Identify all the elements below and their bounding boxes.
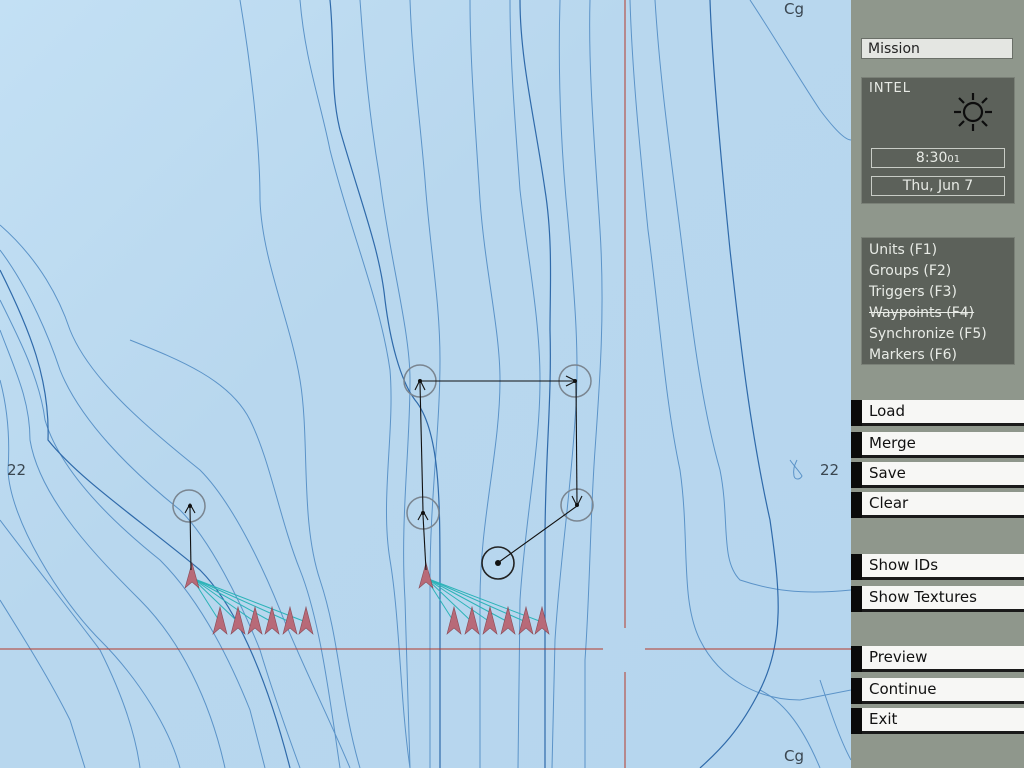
load-button[interactable]: Load — [851, 400, 1024, 426]
show-textures-button[interactable]: Show Textures — [851, 586, 1024, 612]
map-canvas[interactable] — [0, 0, 851, 768]
grid-lines — [0, 0, 851, 768]
mode-synchronize[interactable]: Synchronize (F5) — [862, 324, 1014, 345]
contour-lines-major — [0, 0, 779, 768]
mode-units[interactable]: Units (F1) — [862, 240, 1014, 261]
unit[interactable] — [247, 605, 263, 635]
clear-button[interactable]: Clear — [851, 492, 1024, 518]
map-label-cg-top: Cg — [784, 0, 804, 18]
show-ids-button[interactable]: Show IDs — [851, 554, 1024, 580]
mode-waypoints[interactable]: Waypoints (F4) — [862, 303, 1014, 324]
unit[interactable] — [282, 605, 298, 635]
continue-button[interactable]: Continue — [851, 678, 1024, 704]
grid-label-left: 22 — [7, 461, 27, 479]
time-field[interactable]: 8:3001 — [871, 148, 1005, 168]
mode-groups[interactable]: Groups (F2) — [862, 261, 1014, 282]
unit[interactable] — [518, 605, 534, 635]
mission-selector[interactable]: Mission — [861, 38, 1013, 59]
mode-markers[interactable]: Markers (F6) — [862, 345, 1014, 366]
sun-icon — [954, 93, 992, 131]
intel-box[interactable]: INTEL 8:3001 Thu, Jun 7 — [861, 77, 1015, 204]
waypoint-route — [184, 375, 583, 571]
map-view[interactable]: Cg Cg 22 22 — [0, 0, 851, 768]
unit[interactable] — [212, 605, 228, 635]
exit-button[interactable]: Exit — [851, 708, 1024, 734]
save-button[interactable]: Save — [851, 462, 1024, 488]
time-value: 8:30 — [915, 150, 948, 166]
preview-button[interactable]: Preview — [851, 646, 1024, 672]
date-field[interactable]: Thu, Jun 7 — [871, 176, 1005, 196]
grid-label-right: 22 — [820, 461, 840, 479]
merge-button[interactable]: Merge — [851, 432, 1024, 458]
unit[interactable] — [482, 605, 498, 635]
unit[interactable] — [464, 605, 480, 635]
unit-markers[interactable] — [184, 561, 550, 635]
mode-triggers[interactable]: Triggers (F3) — [862, 282, 1014, 303]
unit[interactable] — [446, 605, 462, 635]
contour-lines — [0, 0, 851, 768]
map-label-cg-bottom: Cg — [784, 747, 804, 765]
editor-side-panel: Mission INTEL 8:3001 Thu, Jun 7 Units (F… — [851, 0, 1024, 768]
editor-mode-list: Units (F1) Groups (F2) Triggers (F3) Way… — [861, 237, 1015, 365]
time-seconds: 01 — [947, 154, 961, 165]
intel-label: INTEL — [869, 81, 911, 96]
